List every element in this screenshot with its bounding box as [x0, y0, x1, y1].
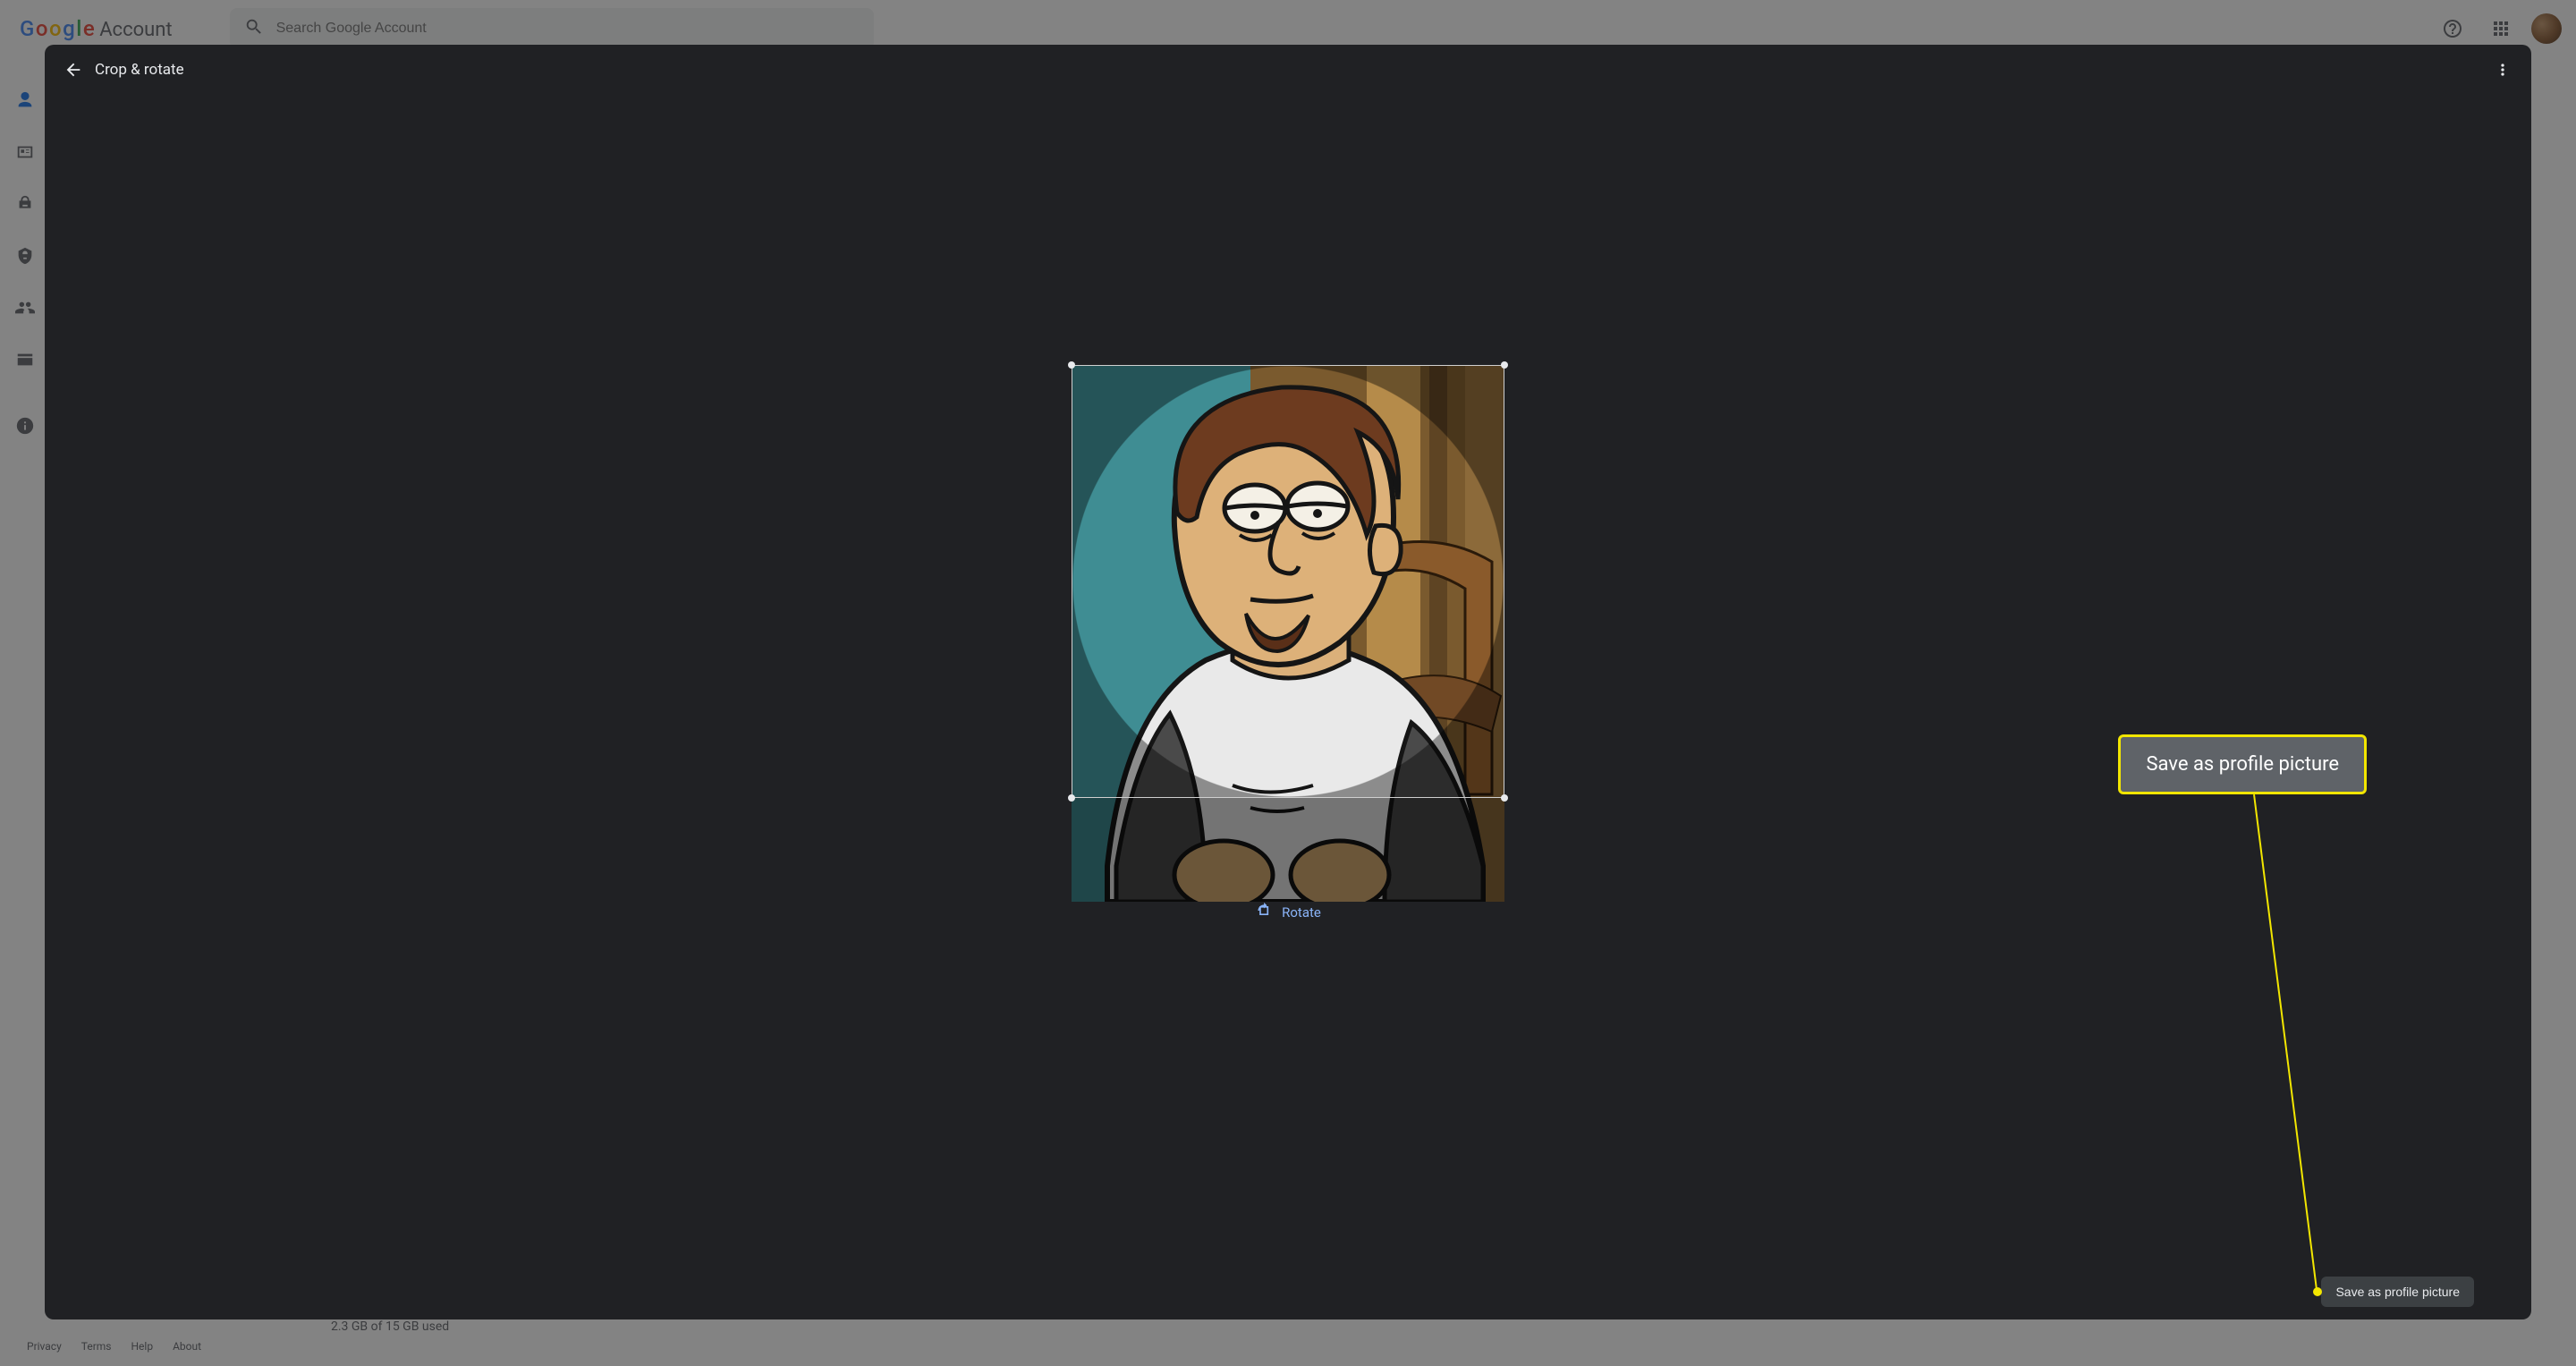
nav-about-icon[interactable]	[4, 404, 47, 447]
search-icon	[244, 17, 264, 40]
help-icon[interactable]	[2435, 11, 2470, 47]
crop-handle-top-left[interactable]	[1068, 361, 1075, 369]
crop-handle-bottom-left[interactable]	[1068, 794, 1075, 802]
crop-rotate-modal: Crop & rotate	[45, 45, 2531, 1319]
nav-security-icon[interactable]	[4, 234, 47, 277]
more-options-icon[interactable]	[2485, 52, 2521, 88]
google-account-logo: Google Account	[14, 16, 173, 41]
annotation-leader-line	[2253, 794, 2318, 1293]
rotate-label: Rotate	[1282, 904, 1321, 921]
save-as-profile-picture-button[interactable]: Save as profile picture	[2321, 1277, 2474, 1307]
cartoon-avatar-image	[1072, 365, 1504, 902]
crop-handle-top-right[interactable]	[1501, 361, 1508, 369]
side-nav	[0, 57, 50, 1327]
footer-link-about[interactable]: About	[173, 1340, 201, 1353]
annotation-callout: Save as profile picture	[2118, 734, 2367, 794]
nav-home-icon[interactable]	[4, 79, 47, 122]
nav-payments-icon[interactable]	[4, 338, 47, 381]
back-arrow-icon[interactable]	[55, 52, 91, 88]
nav-data-privacy-icon[interactable]	[4, 182, 47, 225]
account-avatar[interactable]	[2531, 13, 2562, 44]
page-footer: Privacy Terms Help About	[0, 1327, 2576, 1366]
rotate-button[interactable]: Rotate	[1255, 902, 1321, 923]
nav-people-sharing-icon[interactable]	[4, 286, 47, 329]
crop-handle-bottom-right[interactable]	[1501, 794, 1508, 802]
modal-title: Crop & rotate	[95, 61, 184, 79]
image-wrapper[interactable]	[1072, 365, 1504, 902]
search-input[interactable]	[276, 21, 860, 37]
rotate-icon	[1255, 902, 1273, 923]
footer-link-privacy[interactable]: Privacy	[27, 1340, 62, 1353]
search-box[interactable]	[230, 8, 874, 49]
account-word: Account	[99, 19, 172, 41]
nav-personal-info-icon[interactable]	[4, 131, 47, 174]
modal-header: Crop & rotate	[45, 45, 2531, 95]
crop-stage: Rotate Save as profile picture Save as p…	[45, 95, 2531, 1319]
footer-link-help[interactable]: Help	[131, 1340, 154, 1353]
apps-grid-icon[interactable]	[2483, 11, 2519, 47]
footer-link-terms[interactable]: Terms	[81, 1340, 112, 1353]
